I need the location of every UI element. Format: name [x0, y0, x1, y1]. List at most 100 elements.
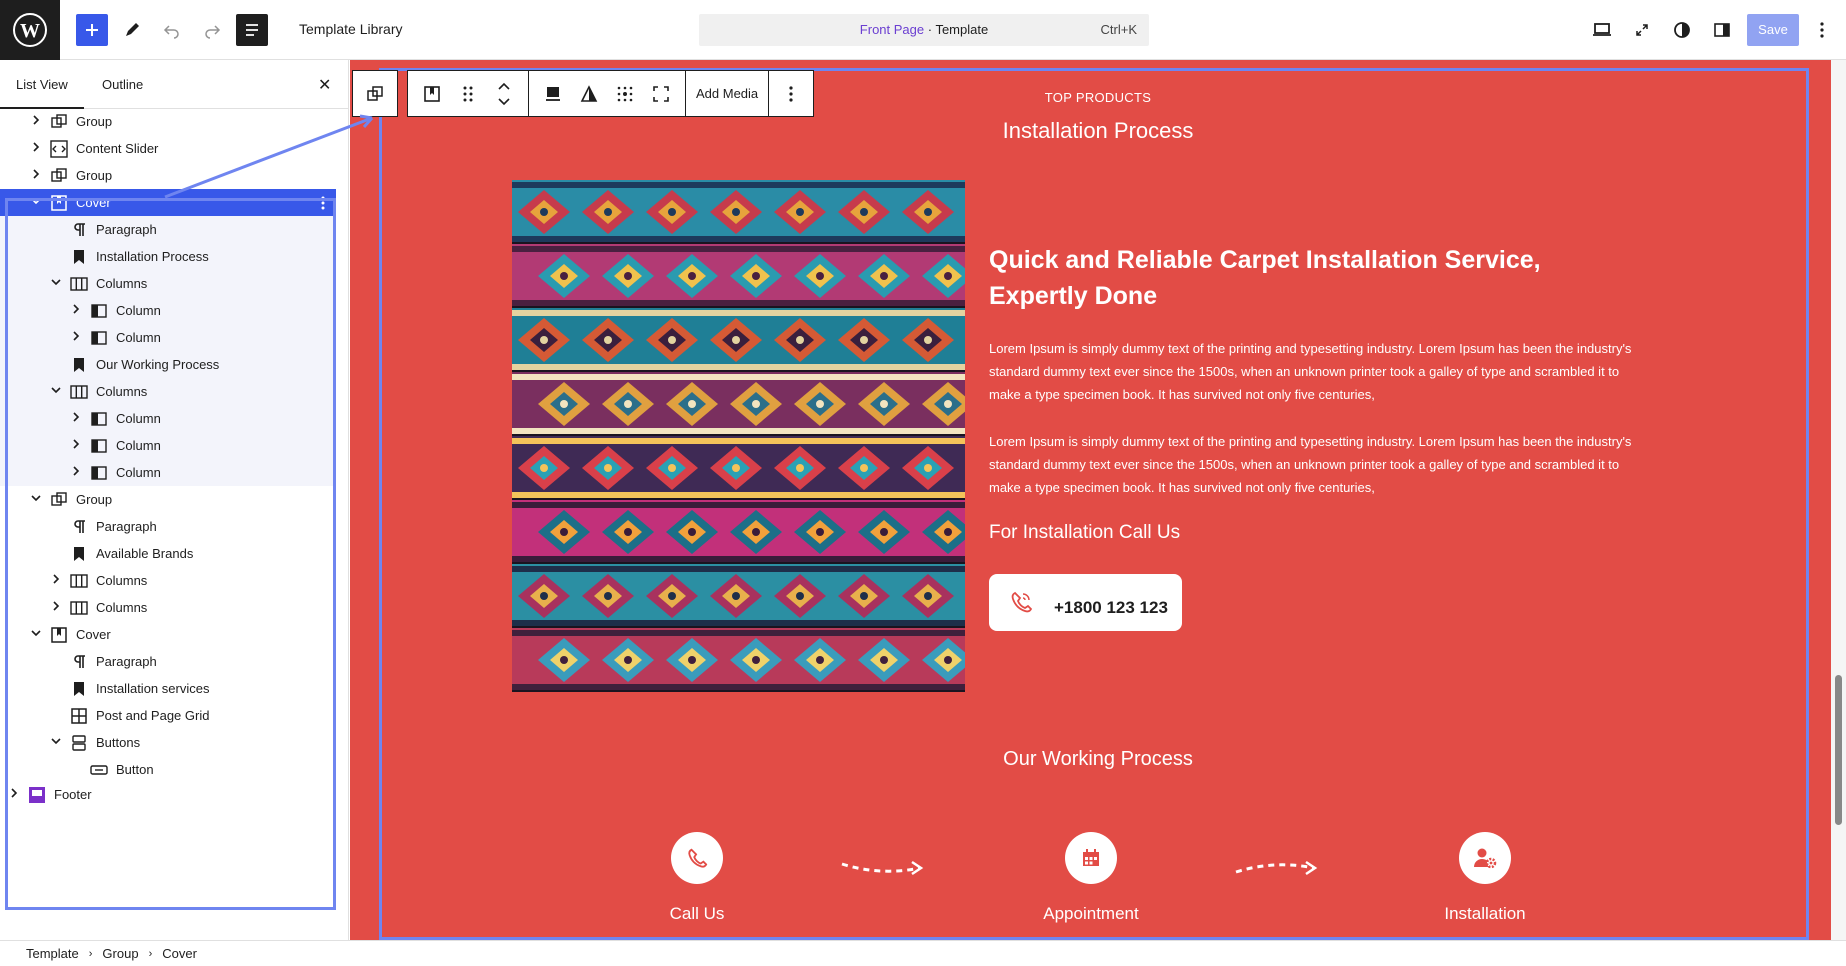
save-button[interactable]: Save [1747, 14, 1799, 46]
chevron-down-icon[interactable] [30, 196, 42, 209]
list-item[interactable]: Column [0, 432, 336, 459]
chevron-right-icon[interactable] [70, 439, 82, 452]
add-block-button[interactable] [76, 14, 108, 46]
chevron-right-icon[interactable] [70, 412, 82, 425]
tab-list-view[interactable]: List View [0, 77, 84, 109]
breadcrumb-cover[interactable]: Cover [162, 946, 197, 961]
list-item[interactable]: Buttons [0, 729, 336, 756]
intro-paragraph-1[interactable]: Lorem Ipsum is simply dummy text of the … [989, 337, 1639, 406]
align-icon[interactable] [535, 71, 571, 116]
list-item[interactable]: Paragraph [0, 216, 336, 243]
command-label: Front Page · Template [699, 22, 1149, 37]
full-height-icon[interactable] [643, 71, 679, 116]
fullscreen-icon[interactable] [1626, 14, 1658, 46]
list-item-label: Columns [96, 276, 148, 291]
close-icon[interactable]: ✕ [318, 75, 331, 95]
list-item-label: Post and Page Grid [96, 708, 210, 723]
options-menu-icon[interactable] [1806, 14, 1838, 46]
redo-icon[interactable] [196, 14, 228, 46]
paragraph-icon [70, 653, 88, 671]
document-title[interactable]: Template Library [299, 21, 403, 37]
working-process-heading[interactable]: Our Working Process [350, 748, 1846, 771]
chevron-right-icon[interactable] [8, 788, 20, 801]
toolbar-group-block [408, 71, 529, 116]
chevron-right-icon[interactable] [30, 115, 42, 128]
list-item[interactable]: Column [0, 459, 336, 486]
list-item[interactable]: Paragraph [0, 513, 336, 540]
list-item[interactable]: Column [0, 297, 336, 324]
editor-header: W Template Library Front Page · Template… [0, 0, 1846, 60]
list-item[interactable]: Group [0, 486, 336, 513]
list-item[interactable]: Column [0, 324, 336, 351]
breadcrumb-group[interactable]: Group [102, 946, 138, 961]
call-us-heading[interactable]: For Installation Call Us [989, 522, 1180, 544]
document-overview-icon[interactable] [236, 14, 268, 46]
tools-pen-icon[interactable] [116, 14, 148, 46]
chevron-down-icon[interactable] [30, 628, 42, 641]
buttons-icon [70, 734, 88, 752]
phone-card[interactable]: +1800 123 123 [989, 574, 1182, 631]
cover-block-icon[interactable] [414, 71, 450, 116]
chevron-right-icon[interactable] [30, 169, 42, 182]
chevron-right-icon[interactable] [30, 142, 42, 155]
chevron-right-icon[interactable] [70, 304, 82, 317]
canvas-scrollbar[interactable] [1831, 60, 1846, 940]
select-parent-block-button[interactable] [352, 70, 398, 117]
list-item[interactable]: Group [0, 162, 336, 189]
duotone-filter-icon[interactable] [571, 71, 607, 116]
chevron-down-icon[interactable] [50, 277, 62, 290]
desktop-preview-icon[interactable] [1586, 14, 1618, 46]
list-item[interactable]: Group [0, 108, 336, 135]
command-palette-button[interactable]: Front Page · Template Ctrl+K [699, 14, 1149, 46]
list-item[interactable]: Paragraph [0, 648, 336, 675]
chevron-right-icon[interactable] [70, 331, 82, 344]
scrollbar-thumb[interactable] [1835, 675, 1842, 825]
breadcrumb-template[interactable]: Template [26, 946, 79, 961]
carpet-image[interactable] [512, 180, 965, 692]
columns-icon [70, 275, 88, 293]
block-options-icon[interactable] [773, 71, 809, 116]
block-toolbar: Add Media [407, 70, 815, 117]
list-item[interactable]: Content Slider [0, 135, 336, 162]
list-item[interactable]: Installation services [0, 675, 336, 702]
list-item[interactable]: Available Brands [0, 540, 336, 567]
add-media-button[interactable]: Add Media [686, 86, 768, 101]
heading-bookmark-icon [70, 248, 88, 266]
chevron-right-icon[interactable] [50, 601, 62, 614]
chevron-down-icon[interactable] [50, 385, 62, 398]
installation-process-heading[interactable]: Installation Process [350, 118, 1846, 144]
drag-handle-icon[interactable] [450, 71, 486, 116]
service-headline[interactable]: Quick and Reliable Carpet Installation S… [989, 242, 1549, 314]
step-call-us[interactable]: Call Us [617, 832, 777, 924]
styles-contrast-icon[interactable] [1666, 14, 1698, 46]
chevron-right-icon[interactable] [70, 466, 82, 479]
list-item[interactable]: Column [0, 405, 336, 432]
list-item[interactable]: Columns [0, 270, 336, 297]
wordpress-logo-icon[interactable]: W [0, 0, 60, 60]
list-item[interactable]: Cover [0, 189, 336, 216]
column-icon [90, 437, 108, 455]
list-item[interactable]: Columns [0, 378, 336, 405]
position-matrix-icon[interactable] [607, 71, 643, 116]
list-item[interactable]: Post and Page Grid [0, 702, 336, 729]
list-item[interactable]: Footer [0, 781, 336, 808]
step-installation[interactable]: Installation [1405, 832, 1565, 924]
tab-outline[interactable]: Outline [102, 77, 143, 92]
editor-canvas[interactable]: TOP PRODUCTS Installation Process Quick … [350, 60, 1846, 940]
chevron-down-icon[interactable] [50, 736, 62, 749]
list-item[interactable]: Columns [0, 594, 336, 621]
intro-paragraph-2[interactable]: Lorem Ipsum is simply dummy text of the … [989, 430, 1639, 499]
chevron-down-icon[interactable] [30, 493, 42, 506]
list-item[interactable]: Installation Process [0, 243, 336, 270]
list-item[interactable]: Columns [0, 567, 336, 594]
more-options-icon[interactable] [320, 195, 326, 214]
move-up-down-icon[interactable] [486, 71, 522, 116]
step-appointment[interactable]: Appointment [1011, 832, 1171, 924]
list-item[interactable]: Our Working Process [0, 351, 336, 378]
chevron-right-icon[interactable] [50, 574, 62, 587]
step-label: Call Us [669, 904, 725, 923]
list-item[interactable]: Cover [0, 621, 336, 648]
undo-icon[interactable] [156, 14, 188, 46]
settings-sidebar-icon[interactable] [1706, 14, 1738, 46]
list-item[interactable]: Button [0, 756, 336, 783]
